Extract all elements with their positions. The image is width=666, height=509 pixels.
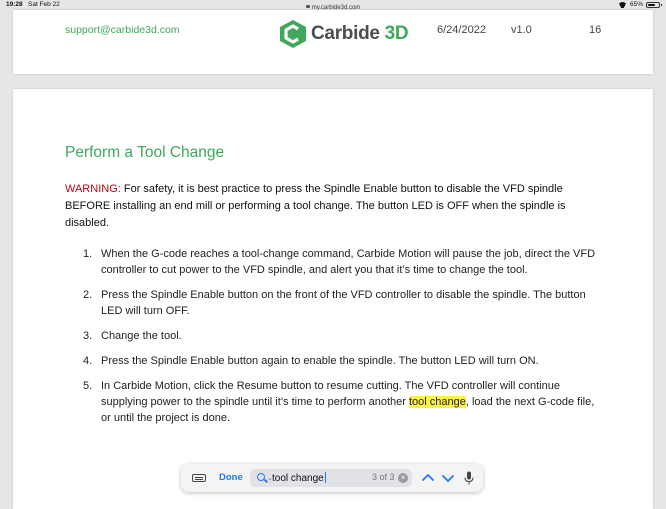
search-highlight: tool change xyxy=(408,396,466,408)
find-search-field[interactable]: ⌄ tool change 3 of 3 × xyxy=(250,469,412,487)
step-text: Press the Spindle Enable button on the f… xyxy=(101,289,586,317)
support-email[interactable]: support@carbide3d.com xyxy=(65,24,180,36)
status-bar: 19:28 Sat Feb 22 my.carbide3d.com 65% xyxy=(0,0,666,11)
step-number: 3. xyxy=(83,330,93,342)
step-item: 3. Change the tool. xyxy=(65,328,605,344)
step-number: 2. xyxy=(83,289,93,301)
keyboard-icon[interactable] xyxy=(192,474,206,482)
footer-version: v1.0 xyxy=(511,24,532,36)
section-title: Perform a Tool Change xyxy=(65,144,225,161)
battery-percent: 65% xyxy=(629,1,643,8)
find-query-text: tool change xyxy=(272,473,324,484)
step-text: When the G-code reaches a tool-change co… xyxy=(101,248,596,276)
status-right: 65% xyxy=(618,1,662,8)
battery-icon xyxy=(646,1,662,8)
document-page: Perform a Tool Change WARNING: For safet… xyxy=(13,89,653,509)
step-text: Press the Spindle Enable button again to… xyxy=(101,355,539,367)
match-count: 3 of 3 xyxy=(372,472,395,482)
done-button[interactable]: Done xyxy=(219,472,243,483)
lock-icon xyxy=(305,5,310,8)
step-number: 4. xyxy=(83,355,93,367)
logo-text: Carbide 3D xyxy=(311,23,409,45)
step-number: 1. xyxy=(83,248,93,260)
logo-text-main: Carbide xyxy=(311,23,380,44)
battery-fill xyxy=(648,3,655,6)
step-item: 4. Press the Spindle Enable button again … xyxy=(65,353,605,369)
step-text: Change the tool. xyxy=(101,330,182,342)
step-list: 1. When the G-code reaches a tool-change … xyxy=(65,246,605,435)
step-item: 5. In Carbide Motion, click the Resume bu… xyxy=(65,378,605,426)
microphone-icon[interactable] xyxy=(464,471,474,485)
wifi-icon xyxy=(618,2,627,8)
step-number: 5. xyxy=(83,380,93,392)
search-icon xyxy=(257,473,265,481)
find-on-page-bar: Done ⌄ tool change 3 of 3 × xyxy=(181,464,483,492)
logo-text-accent: 3D xyxy=(384,23,409,44)
clear-icon[interactable]: × xyxy=(398,473,408,483)
document-page-previous: support@carbide3d.com Carbide 3D 6/24/20… xyxy=(13,10,653,74)
carbide-logo-icon xyxy=(280,20,306,48)
warning-label: WARNING: xyxy=(65,183,121,195)
carbide-logo: Carbide 3D xyxy=(279,19,409,49)
text-cursor xyxy=(324,472,326,483)
step-item: 2. Press the Spindle Enable button on the… xyxy=(65,287,605,319)
footer-page-number: 16 xyxy=(589,24,602,36)
footer-date: 6/24/2022 xyxy=(437,24,486,36)
warning-paragraph: WARNING: For safety, it is best practice… xyxy=(65,181,605,232)
chevron-up-icon[interactable] xyxy=(419,469,437,487)
chevron-down-icon[interactable] xyxy=(439,469,457,487)
warning-text: For safety, it is best practice to press… xyxy=(65,183,566,229)
find-query[interactable]: tool change xyxy=(272,472,326,484)
step-item: 1. When the G-code reaches a tool-change … xyxy=(65,246,605,278)
